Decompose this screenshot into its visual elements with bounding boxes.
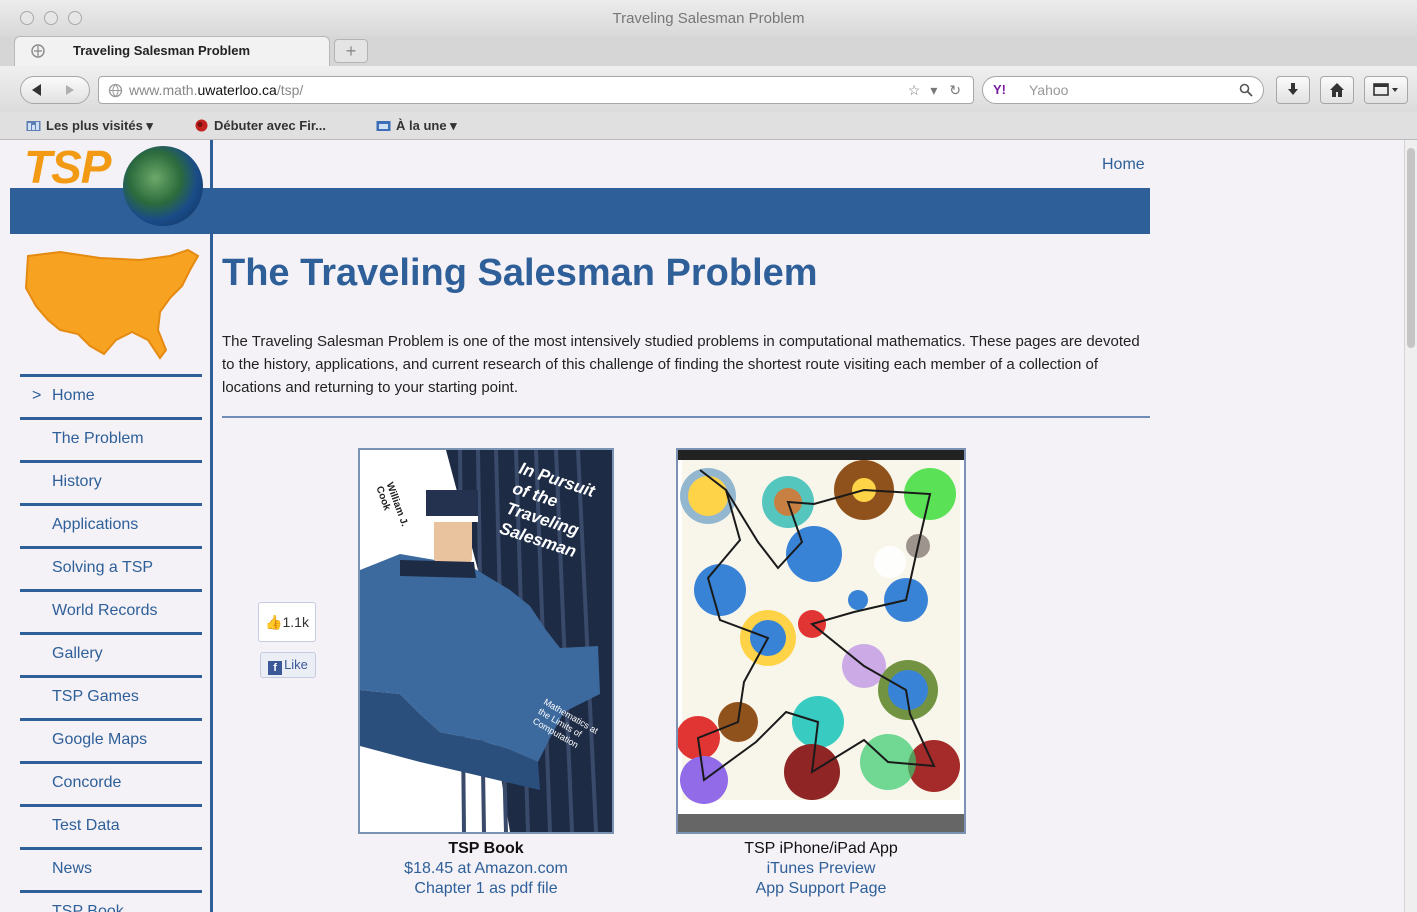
sidebar-item-test-data[interactable]: Test Data (20, 804, 202, 847)
downloads-button[interactable] (1276, 76, 1310, 104)
sidebar-item-applications[interactable]: Applications (20, 503, 202, 546)
itunes-preview-link[interactable]: iTunes Preview (676, 860, 966, 878)
dropdown-arrow-icon[interactable]: ▾ (930, 82, 937, 98)
bookmark-headlines[interactable]: À la une ▾ (376, 118, 457, 134)
sidebar-item-label: Concorde (52, 774, 122, 791)
sidebar-item-news[interactable]: News (20, 847, 202, 890)
sidebar-item-label: Solving a TSP (52, 559, 154, 576)
bookmarks-toolbar: Les plus visités ▾ Débuter avec Fir... À… (0, 112, 1417, 140)
bookmark-getting-started[interactable]: Débuter avec Fir... (194, 118, 326, 133)
sidebar-item-label: History (52, 473, 102, 490)
bookmark-most-visited[interactable]: Les plus visités ▾ (26, 118, 153, 134)
facebook-like-button[interactable]: f Like (260, 652, 316, 678)
page-content: TSP Home > Home The Problem History Applicat… (0, 140, 1417, 912)
site-logo[interactable]: TSP (10, 140, 210, 234)
sidebar-item-label: TSP Games (52, 688, 139, 705)
search-icon[interactable] (1239, 83, 1253, 97)
sidebar-item-label: News (52, 860, 93, 877)
like-count: 👍1.1k (258, 602, 316, 642)
navigation-toolbar: www.math.uwaterloo.ca/tsp/ ☆ ▾ ↻ Y! Yaho… (0, 66, 1417, 112)
globe-icon (123, 146, 203, 226)
tab-title: Traveling Salesman Problem (73, 43, 251, 58)
forward-icon[interactable] (63, 83, 77, 97)
sidebar-item-gallery[interactable]: Gallery (20, 632, 202, 675)
like-label: Like (284, 657, 308, 672)
window-icon (1373, 83, 1398, 96)
search-bar[interactable]: Y! Yahoo (982, 76, 1264, 104)
chapter-pdf-link[interactable]: Chapter 1 as pdf file (358, 880, 614, 898)
sidebar-divider (210, 140, 213, 912)
app-screenshot-art (678, 450, 964, 832)
globe-icon (108, 83, 123, 98)
sidebar-item-google-maps[interactable]: Google Maps (20, 718, 202, 761)
sidebar-item-label: World Records (52, 602, 158, 619)
logo-text: TSP (24, 141, 111, 193)
new-tab-button[interactable]: + (334, 39, 368, 63)
sidebar-item-label: Home (52, 387, 95, 404)
sidebar-item-label: TSP Book (52, 903, 124, 912)
sidebar-item-history[interactable]: History (20, 460, 202, 503)
book-caption: TSP Book $18.45 at Amazon.com Chapter 1 … (358, 840, 614, 898)
current-page-marker: > (32, 387, 42, 404)
tab-traveling-salesman[interactable]: Traveling Salesman Problem (14, 36, 330, 66)
page-title: The Traveling Salesman Problem (222, 252, 818, 294)
favicon-icon (31, 44, 45, 58)
back-forward-buttons (20, 76, 90, 104)
sidebar-item-label: Google Maps (52, 731, 148, 748)
home-button[interactable] (1320, 76, 1354, 104)
like-count-value: 1.1k (282, 614, 309, 630)
window-titlebar: Traveling Salesman Problem (0, 0, 1417, 36)
sidebar-item-label: Test Data (52, 817, 120, 834)
usa-map-icon (24, 248, 200, 360)
url-bar[interactable]: www.math.uwaterloo.ca/tsp/ ☆ ▾ ↻ (98, 76, 974, 104)
intro-paragraph: The Traveling Salesman Problem is one of… (222, 333, 1140, 396)
yahoo-engine-icon[interactable]: Y! (993, 82, 1006, 97)
tab-strip: Traveling Salesman Problem + (0, 36, 1417, 66)
url-path: /tsp/ (276, 82, 304, 98)
sidebar-item-solving-a-tsp[interactable]: Solving a TSP (20, 546, 202, 589)
sidebar-item-tsp-games[interactable]: TSP Games (20, 675, 202, 718)
sidebar-item-tsp-book[interactable]: TSP Book (20, 890, 202, 912)
search-placeholder: Yahoo (1029, 82, 1069, 98)
facebook-icon: f (268, 661, 283, 675)
url-domain: uwaterloo.ca (197, 82, 277, 98)
sidebar-item-home[interactable]: > Home (20, 374, 202, 417)
bookmark-star-icon[interactable]: ☆ (908, 82, 921, 98)
sidebar-item-label: Gallery (52, 645, 103, 662)
app-support-link[interactable]: App Support Page (676, 880, 966, 898)
rss-folder-icon (376, 121, 391, 131)
url-prefix: www.math. (129, 82, 198, 98)
bookmark-label: À la une ▾ (396, 118, 457, 133)
top-home-link[interactable]: Home (1102, 156, 1145, 174)
sidebar-item-label: The Problem (52, 430, 144, 447)
amazon-link[interactable]: $18.45 at Amazon.com (358, 860, 614, 878)
url-bar-icons: ☆ ▾ ↻ (908, 82, 961, 99)
folder-icon (26, 121, 41, 131)
bookmark-label: Les plus visités ▾ (46, 118, 153, 133)
home-icon (1330, 83, 1344, 97)
tsp-book-cover[interactable]: In Pursuit of the Traveling Salesman Wil… (358, 448, 614, 834)
scrollbar-thumb[interactable] (1407, 148, 1415, 348)
reload-icon[interactable]: ↻ (949, 82, 961, 98)
app-caption-title: TSP iPhone/iPad App (744, 840, 898, 857)
tsp-app-screenshot[interactable] (676, 448, 966, 834)
back-icon[interactable] (29, 83, 45, 97)
sidebar-item-concorde[interactable]: Concorde (20, 761, 202, 804)
window-menu-button[interactable] (1364, 76, 1408, 104)
download-icon (1288, 83, 1298, 95)
firefox-icon (195, 119, 208, 132)
sidebar-item-the-problem[interactable]: The Problem (20, 417, 202, 460)
horizontal-rule (222, 416, 1150, 418)
sidebar-item-label: Applications (52, 516, 139, 533)
facebook-like-widget: 👍1.1k f Like (258, 602, 318, 682)
window-title: Traveling Salesman Problem (612, 10, 805, 27)
app-caption: TSP iPhone/iPad App iTunes Preview App S… (676, 840, 966, 898)
url-text: www.math.uwaterloo.ca/tsp/ (129, 82, 303, 98)
bookmark-label: Débuter avec Fir... (214, 118, 326, 133)
page-scrollbar[interactable] (1404, 140, 1417, 912)
book-caption-title: TSP Book (448, 840, 524, 857)
sidebar-item-world-records[interactable]: World Records (20, 589, 202, 632)
